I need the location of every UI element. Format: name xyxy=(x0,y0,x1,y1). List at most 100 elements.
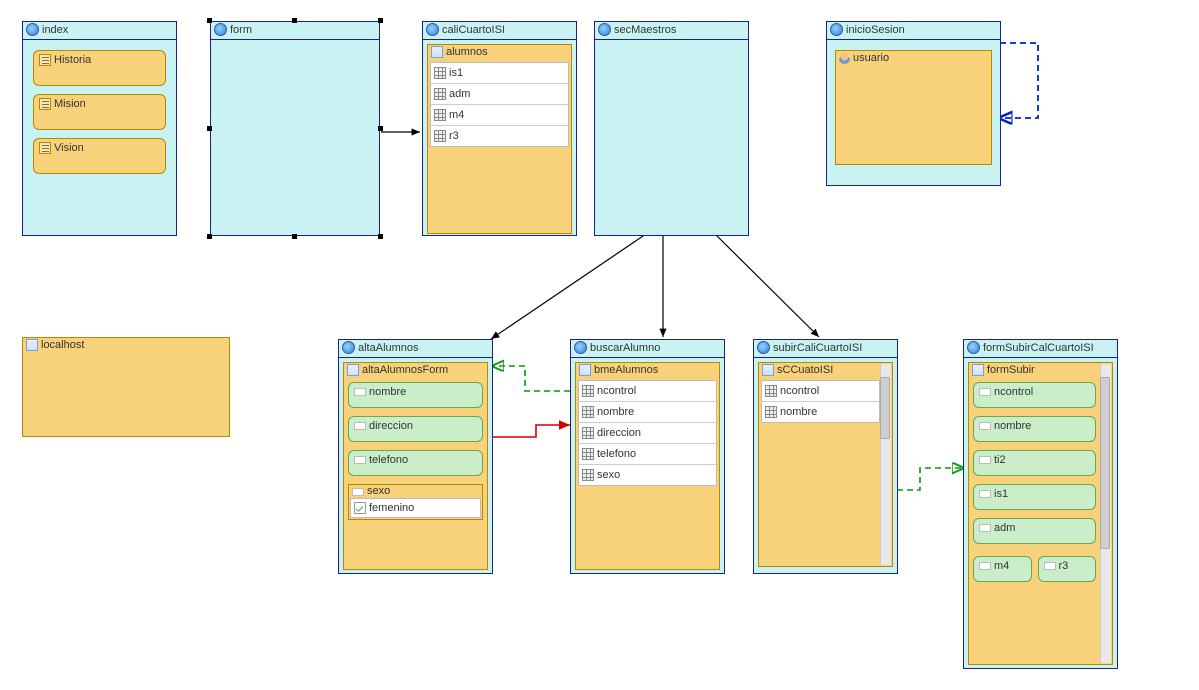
row-nombre[interactable]: nombre xyxy=(579,402,716,423)
box-title: caliCuartoISI xyxy=(423,22,576,40)
checkbox-icon xyxy=(354,502,366,514)
field-icon xyxy=(979,524,991,532)
grid-icon xyxy=(582,448,594,460)
resize-handle[interactable] xyxy=(292,234,297,239)
field-r3[interactable]: r3 xyxy=(1038,556,1097,582)
label: Historia xyxy=(54,54,91,66)
box-title: inicioSesion xyxy=(827,22,1000,40)
row-nombre[interactable]: nombre xyxy=(762,402,879,422)
title-text: altaAlumnos xyxy=(358,342,419,354)
label: direccion xyxy=(597,427,641,439)
title-text: buscarAlumno xyxy=(590,342,660,354)
box-buscaralumno[interactable]: buscarAlumno bmeAlumnos ncontrol nombre … xyxy=(570,339,725,574)
rows: is1 adm m4 r3 xyxy=(430,62,569,147)
label: adm xyxy=(994,522,1015,534)
field-is1[interactable]: is1 xyxy=(973,484,1096,510)
label: nombre xyxy=(597,406,634,418)
label: r3 xyxy=(449,130,459,142)
row-is1[interactable]: is1 xyxy=(431,63,568,84)
rows: ncontrol nombre direccion telefono sexo xyxy=(578,380,717,486)
grid-icon xyxy=(434,109,446,121)
resize-handle[interactable] xyxy=(207,126,212,131)
box-form[interactable]: form xyxy=(210,21,380,236)
label: sCCuatoISI xyxy=(777,364,833,376)
form-icon xyxy=(762,364,774,376)
box-body: sCCuatoISI ncontrol nombre xyxy=(754,358,897,571)
row-r3[interactable]: r3 xyxy=(431,126,568,146)
field-nombre[interactable]: nombre xyxy=(973,416,1096,442)
row-direccion[interactable]: direccion xyxy=(579,423,716,444)
item-mision[interactable]: Mision xyxy=(33,94,166,130)
text-icon xyxy=(39,54,51,66)
diagram-canvas: index Historia Mision Vision form xyxy=(0,0,1199,690)
label: adm xyxy=(449,88,470,100)
panel-sccuatoisi[interactable]: sCCuatoISI ncontrol nombre xyxy=(758,362,893,567)
label: ncontrol xyxy=(597,385,636,397)
row-m4[interactable]: m4 xyxy=(431,105,568,126)
resize-handle[interactable] xyxy=(378,18,383,23)
option-femenino[interactable]: femenino xyxy=(351,499,480,517)
panel-alumnos[interactable]: alumnos is1 adm m4 r3 xyxy=(427,44,572,234)
grid-icon xyxy=(582,406,594,418)
box-secmaestros[interactable]: secMaestros xyxy=(594,21,749,236)
grid-icon xyxy=(582,385,594,397)
item-historia[interactable]: Historia xyxy=(33,50,166,86)
panel-usuario[interactable]: usuario xyxy=(835,50,992,165)
box-formsubircalcuartoisi[interactable]: formSubirCalCuartoISI formSubir ncontrol… xyxy=(963,339,1118,669)
field-icon xyxy=(1044,562,1056,570)
grid-icon xyxy=(765,385,777,397)
user-icon xyxy=(839,53,850,64)
resize-handle[interactable] xyxy=(378,234,383,239)
box-altaalumnos[interactable]: altaAlumnos altaAlumnosForm nombre direc… xyxy=(338,339,493,574)
resize-handle[interactable] xyxy=(207,18,212,23)
panel-title: sCCuatoISI xyxy=(759,363,892,378)
resize-handle[interactable] xyxy=(292,18,297,23)
panel-formsubir[interactable]: formSubir ncontrol nombre ti2 is1 adm m4… xyxy=(968,362,1113,665)
label: direccion xyxy=(369,420,413,432)
form-icon xyxy=(431,46,443,58)
field-adm[interactable]: adm xyxy=(973,518,1096,544)
label: alumnos xyxy=(446,46,488,58)
field-ti2[interactable]: ti2 xyxy=(973,450,1096,476)
label: sexo xyxy=(367,485,390,497)
row-adm[interactable]: adm xyxy=(431,84,568,105)
field-ncontrol[interactable]: ncontrol xyxy=(973,382,1096,408)
resize-handle[interactable] xyxy=(207,234,212,239)
panel-bmealumnos[interactable]: bmeAlumnos ncontrol nombre direccion tel… xyxy=(575,362,720,570)
field-telefono[interactable]: telefono xyxy=(348,450,483,476)
box-index[interactable]: index Historia Mision Vision xyxy=(22,21,177,236)
label: ti2 xyxy=(994,454,1006,466)
panel-title: altaAlumnosForm xyxy=(344,363,487,378)
resize-handle[interactable] xyxy=(378,126,383,131)
group-sexo[interactable]: sexo femenino xyxy=(348,484,483,520)
row-telefono[interactable]: telefono xyxy=(579,444,716,465)
scroll-thumb[interactable] xyxy=(1100,377,1110,549)
panel-altaalumnosform[interactable]: altaAlumnosForm nombre direccion telefon… xyxy=(343,362,488,570)
row-sexo[interactable]: sexo xyxy=(579,465,716,485)
globe-icon xyxy=(574,341,587,354)
label: formSubir xyxy=(987,364,1035,376)
row-ncontrol[interactable]: ncontrol xyxy=(762,381,879,402)
box-subircalicuartoisi[interactable]: subirCaliCuartoISI sCCuatoISI ncontrol n… xyxy=(753,339,898,574)
scroll-thumb[interactable] xyxy=(880,377,890,439)
text-icon xyxy=(39,98,51,110)
box-title: altaAlumnos xyxy=(339,340,492,358)
box-title: secMaestros xyxy=(595,22,748,40)
row-ncontrol[interactable]: ncontrol xyxy=(579,381,716,402)
panel-localhost[interactable]: localhost xyxy=(22,337,230,437)
label: Vision xyxy=(54,142,84,154)
item-vision[interactable]: Vision xyxy=(33,138,166,174)
field-direccion[interactable]: direccion xyxy=(348,416,483,442)
label: m4 xyxy=(449,109,464,121)
box-iniciosesion[interactable]: inicioSesion usuario xyxy=(826,21,1001,186)
grid-icon xyxy=(582,469,594,481)
field-m4[interactable]: m4 xyxy=(973,556,1032,582)
label: Mision xyxy=(54,98,86,110)
label: bmeAlumnos xyxy=(594,364,658,376)
field-icon xyxy=(354,422,366,430)
box-calicuartoisi[interactable]: caliCuartoISI alumnos is1 adm m4 r3 xyxy=(422,21,577,236)
label: usuario xyxy=(853,52,889,64)
label: is1 xyxy=(994,488,1008,500)
field-nombre[interactable]: nombre xyxy=(348,382,483,408)
box-body: altaAlumnosForm nombre direccion telefon… xyxy=(339,358,492,574)
